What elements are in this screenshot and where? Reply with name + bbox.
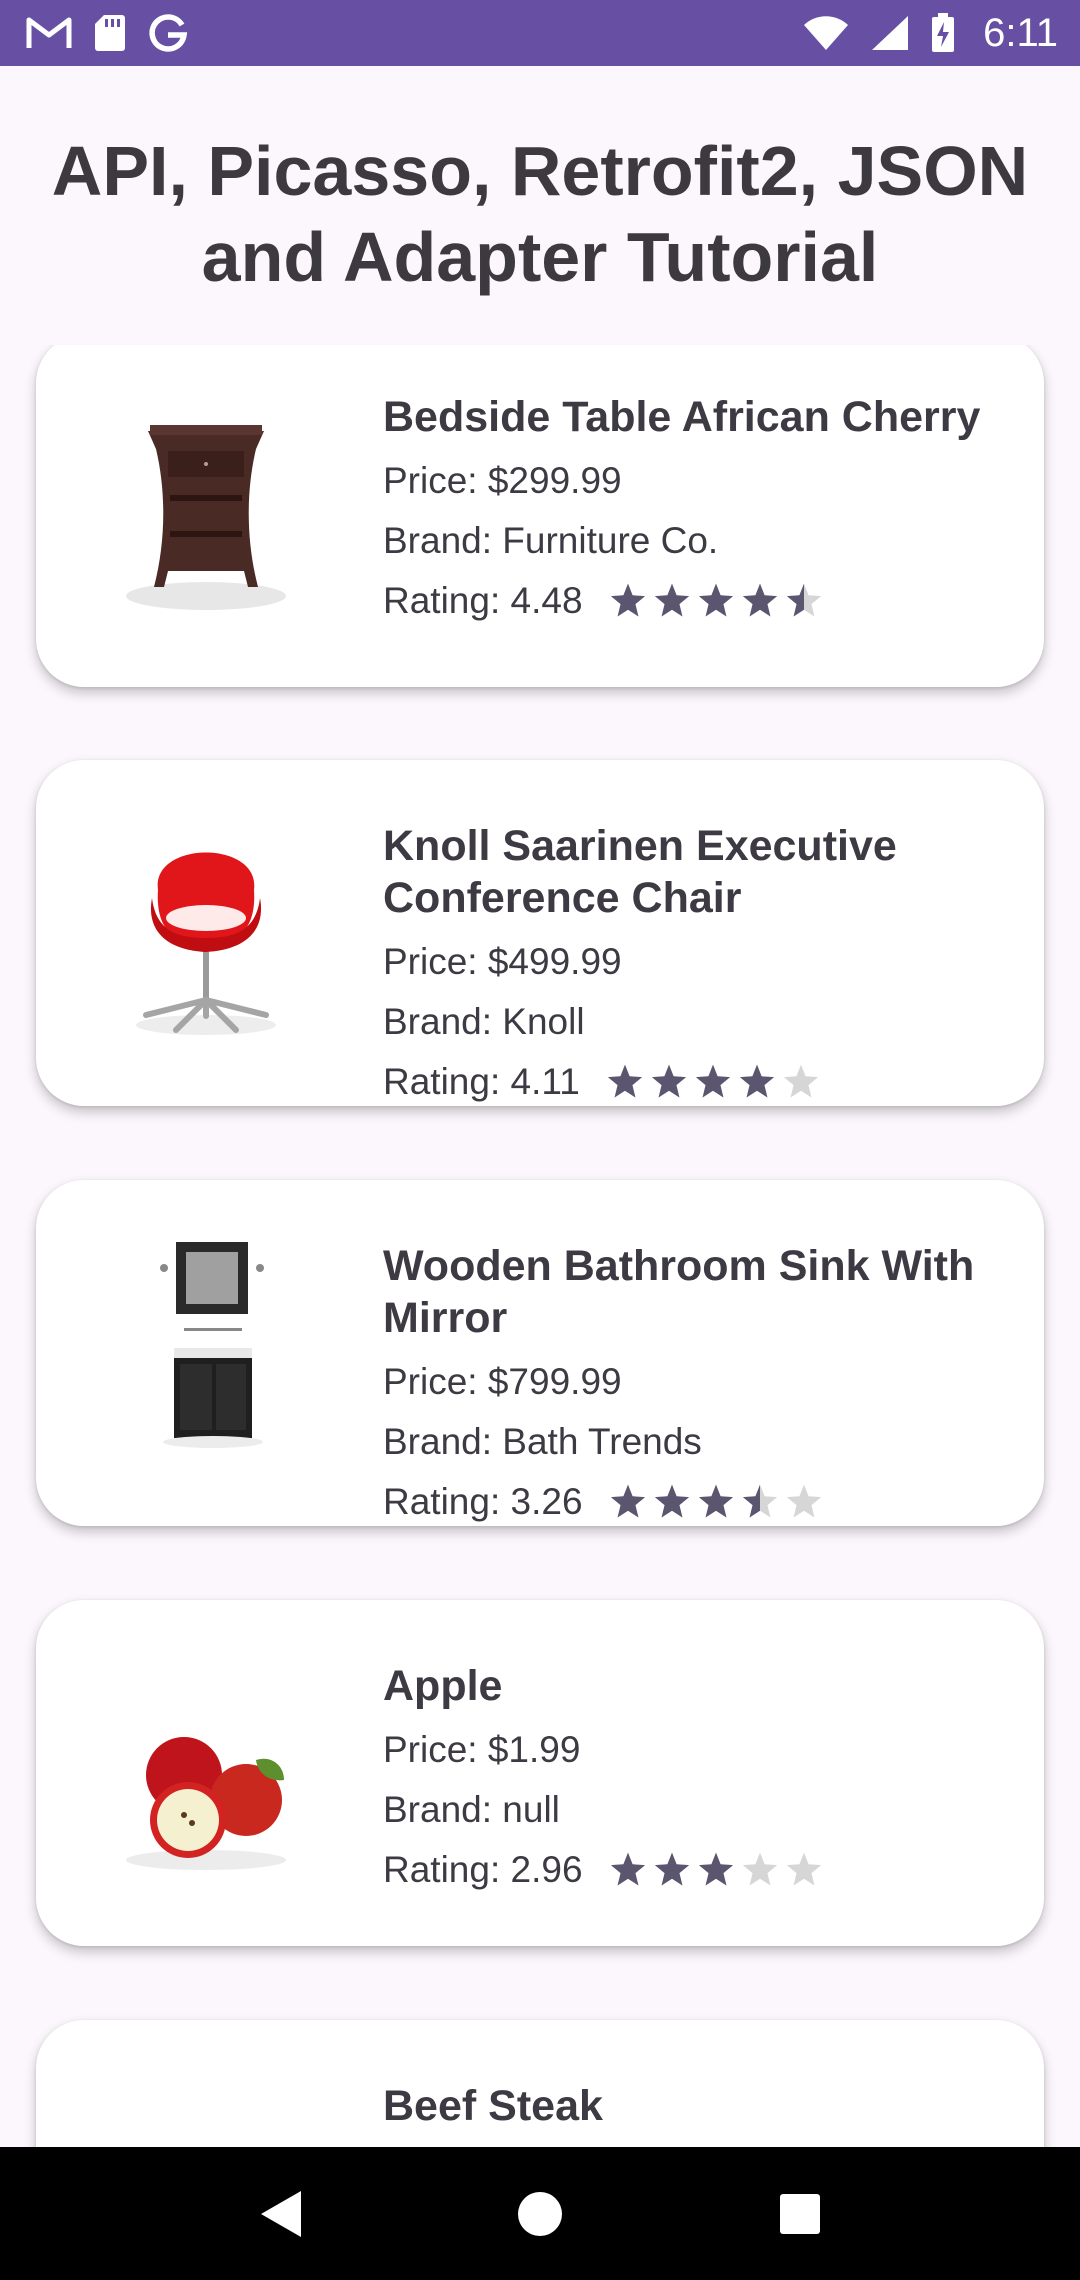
product-brand: Brand: Furniture Co. xyxy=(383,520,719,561)
recents-icon[interactable] xyxy=(750,2164,850,2264)
rating-stars xyxy=(609,1851,823,1889)
product-rating-row: Rating: 2.96 xyxy=(383,1840,1003,1900)
beef-steak-image xyxy=(106,2080,306,2147)
star-filled-icon xyxy=(698,583,733,617)
star-empty-icon xyxy=(786,1852,821,1886)
star-filled-icon xyxy=(610,1484,645,1518)
product-brand: Brand: Bath Trends xyxy=(383,1421,702,1462)
gmail-icon xyxy=(26,16,72,50)
navigation-bar xyxy=(0,2147,1080,2280)
product-list[interactable]: Bedside Table African Cherry Price: $299… xyxy=(0,345,1080,2147)
office-chair-image xyxy=(106,820,306,1050)
product-price: Price: $799.99 xyxy=(383,1361,622,1402)
product-name: Wooden Bathroom Sink With Mirror xyxy=(383,1242,975,1342)
product-info: Beef Steak xyxy=(383,2080,1003,2140)
signal-icon xyxy=(871,15,909,51)
star-empty-icon xyxy=(786,1484,821,1518)
status-bar: 6:11 xyxy=(0,0,1080,66)
apple-image xyxy=(106,1660,306,1890)
star-filled-icon xyxy=(654,1484,689,1518)
star-filled-icon xyxy=(742,583,777,617)
product-rating-row: Rating: 3.26 xyxy=(383,1472,1003,1526)
back-icon[interactable] xyxy=(230,2164,330,2264)
status-time: 6:11 xyxy=(983,10,1058,55)
product-rating: Rating: 4.48 xyxy=(383,580,583,621)
product-rating-row: Rating: 4.11 xyxy=(383,1052,1003,1106)
star-empty-icon xyxy=(742,1852,777,1886)
star-filled-icon xyxy=(654,583,689,617)
product-info: Wooden Bathroom Sink With Mirror Price: … xyxy=(383,1240,1003,1526)
product-info: Knoll Saarinen Executive Conference Chai… xyxy=(383,820,1003,1106)
product-price: Price: $1.99 xyxy=(383,1729,581,1770)
rating-stars xyxy=(609,582,823,620)
product-card[interactable]: Wooden Bathroom Sink With Mirror Price: … xyxy=(36,1180,1044,1526)
star-filled-icon xyxy=(654,1852,689,1886)
star-filled-icon xyxy=(607,1064,642,1098)
product-rating: Rating: 3.26 xyxy=(383,1481,583,1522)
product-price: Price: $499.99 xyxy=(383,941,622,982)
bedside-table-image xyxy=(106,391,306,621)
status-left-icons xyxy=(26,13,188,53)
page-title: API, Picasso, Retrofit2, JSON and Adapte… xyxy=(51,132,1029,296)
product-name: Apple xyxy=(383,1662,503,1710)
product-brand: Brand: null xyxy=(383,1789,560,1830)
google-icon xyxy=(148,13,188,53)
rating-stars xyxy=(609,1483,823,1521)
product-rating-row: Rating: 4.48 xyxy=(383,571,1003,631)
product-name: Knoll Saarinen Executive Conference Chai… xyxy=(383,822,897,922)
product-info: Bedside Table African Cherry Price: $299… xyxy=(383,391,1003,631)
sd-card-icon xyxy=(94,14,126,52)
star-filled-icon xyxy=(695,1064,730,1098)
product-info: Apple Price: $1.99 Brand: null Rating: 2… xyxy=(383,1660,1003,1900)
star-filled-icon xyxy=(698,1852,733,1886)
rating-stars xyxy=(606,1063,820,1101)
star-filled-icon xyxy=(610,1852,645,1886)
home-icon[interactable] xyxy=(490,2164,590,2264)
star-filled-icon xyxy=(698,1484,733,1518)
product-card[interactable]: Bedside Table African Cherry Price: $299… xyxy=(36,345,1044,687)
battery-charging-icon xyxy=(931,13,955,53)
product-card[interactable]: Beef Steak xyxy=(36,2020,1044,2147)
star-empty-icon xyxy=(783,1064,818,1098)
product-name: Bedside Table African Cherry xyxy=(383,393,981,441)
product-brand: Brand: Knoll xyxy=(383,1001,585,1042)
star-filled-icon xyxy=(651,1064,686,1098)
star-half-icon xyxy=(786,583,821,617)
star-filled-icon xyxy=(610,583,645,617)
product-name: Beef Steak xyxy=(383,2082,603,2130)
product-rating: Rating: 2.96 xyxy=(383,1849,583,1890)
star-filled-icon xyxy=(739,1064,774,1098)
status-right-icons: 6:11 xyxy=(803,11,1058,56)
star-half-icon xyxy=(742,1484,777,1518)
product-price: Price: $299.99 xyxy=(383,460,622,501)
wifi-icon xyxy=(803,15,849,51)
bathroom-sink-image xyxy=(106,1230,306,1460)
product-card[interactable]: Knoll Saarinen Executive Conference Chai… xyxy=(36,760,1044,1106)
product-rating: Rating: 4.11 xyxy=(383,1061,580,1102)
product-card[interactable]: Apple Price: $1.99 Brand: null Rating: 2… xyxy=(36,1600,1044,1946)
